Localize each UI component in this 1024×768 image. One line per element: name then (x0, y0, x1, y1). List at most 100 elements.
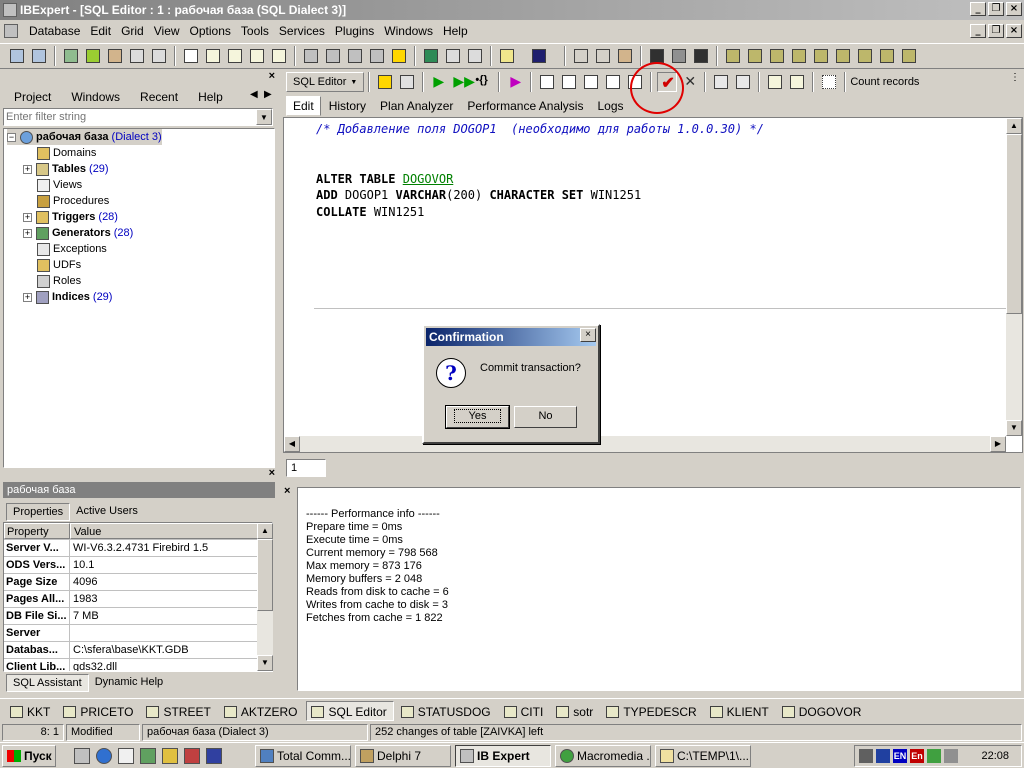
tab-history[interactable]: History (323, 97, 372, 115)
tabs-left-arrow-icon[interactable]: ◀ (250, 89, 258, 100)
tab-active-users[interactable]: Active Users (70, 503, 144, 521)
taskbar-total-commander[interactable]: Total Comm... (255, 745, 351, 767)
filter-input[interactable] (4, 109, 254, 125)
quick-launch-ie-icon[interactable] (96, 748, 112, 764)
value-column-header[interactable]: Value (70, 523, 272, 539)
disconnect-icon[interactable] (83, 46, 103, 66)
form-view-icon[interactable] (733, 72, 753, 92)
save-icon[interactable] (529, 46, 559, 66)
property-row[interactable]: Client Lib... gds32.dll (4, 659, 272, 671)
open-file-icon[interactable] (497, 46, 527, 66)
child-window-icon[interactable] (2, 22, 24, 40)
edit-record-icon[interactable] (787, 72, 807, 92)
window-tab-dogovor[interactable]: DOGOVOR (778, 701, 868, 721)
open-sql-icon[interactable] (581, 72, 601, 92)
expand-icon[interactable]: + (23, 212, 32, 222)
restore-button[interactable]: ❐ (988, 2, 1004, 16)
new-doc-icon[interactable] (181, 46, 201, 66)
obj-role-icon[interactable] (877, 46, 897, 66)
obj-udf-icon[interactable] (855, 46, 875, 66)
window-tab-priceto[interactable]: PRICETO (59, 701, 139, 721)
obj-table-icon[interactable] (723, 46, 743, 66)
menu-grid[interactable]: Grid (116, 21, 149, 41)
tabs-right-arrow-icon[interactable]: ▶ (264, 89, 272, 100)
tree-item-triggers[interactable]: + Triggers (28) (23, 209, 118, 225)
execute-script-icon[interactable]: ▶▶ (451, 72, 475, 92)
window-tab-kkt[interactable]: KKT (6, 701, 56, 721)
tree-root[interactable]: − рабочая база (Dialect 3) (7, 129, 162, 145)
window-tab-aktzero[interactable]: AKTZERO (220, 701, 304, 721)
dialog-close-icon[interactable]: × (580, 328, 596, 342)
child-restore-button[interactable]: ❐ (988, 24, 1004, 38)
grid-view-icon[interactable] (711, 72, 731, 92)
delete-sql-icon[interactable] (603, 72, 623, 92)
editor-hscroll[interactable]: ◀ ▶ (284, 436, 1006, 452)
tab-plan-analyzer[interactable]: Plan Analyzer (374, 97, 459, 115)
property-row[interactable]: Pages All... 1983 (4, 591, 272, 608)
filter-combo[interactable]: ▼ (3, 108, 273, 126)
minimize-button[interactable]: _ (970, 2, 986, 16)
close-button[interactable]: × (1006, 2, 1022, 16)
obj-trigger-icon[interactable] (789, 46, 809, 66)
copy-clip-icon[interactable] (593, 46, 613, 66)
property-row[interactable]: DB File Si... 7 MB (4, 608, 272, 625)
editor-scroll-right-icon[interactable]: ▶ (990, 436, 1006, 452)
sql-editor-dropdown[interactable]: SQL Editor ▼ (286, 72, 365, 92)
results-close-icon[interactable]: × (284, 485, 290, 497)
tree-item-exceptions[interactable]: Exceptions (37, 241, 107, 257)
scroll-thumb[interactable] (257, 539, 273, 611)
tab-windows[interactable]: Windows (61, 88, 130, 106)
scroll-up-icon[interactable]: ▲ (257, 523, 273, 539)
execute-debug-icon[interactable]: ▶ (505, 72, 525, 92)
collapse-icon[interactable]: − (7, 132, 16, 142)
tab-performance-analysis[interactable]: Performance Analysis (461, 97, 589, 115)
export-result-icon[interactable] (537, 72, 557, 92)
window-tab-typedescr[interactable]: TYPEDESCR (602, 701, 702, 721)
menu-options[interactable]: Options (185, 21, 236, 41)
obj-index-icon[interactable] (899, 46, 919, 66)
app-icon[interactable] (3, 3, 17, 17)
quick-launch-outlook-icon[interactable] (118, 748, 134, 764)
yes-button[interactable]: Yes (445, 405, 510, 429)
menu-services[interactable]: Services (274, 21, 330, 41)
tray-app-icon[interactable] (927, 749, 941, 763)
tab-properties[interactable]: Properties (6, 503, 71, 521)
tab-project[interactable]: Project (4, 88, 61, 106)
obj-gen-icon[interactable] (811, 46, 831, 66)
sql-editor[interactable]: /* Добавление поля DOGOP1 (необходимо дл… (283, 117, 1023, 453)
import-icon[interactable] (465, 46, 485, 66)
tab-help[interactable]: Help (188, 88, 233, 106)
db-props-icon[interactable] (127, 46, 147, 66)
editor-vscroll[interactable]: ▲ ▼ (1006, 118, 1022, 436)
new-sql-icon[interactable] (559, 72, 579, 92)
menu-edit[interactable]: Edit (85, 21, 116, 41)
editor-scroll-thumb[interactable] (1006, 134, 1022, 314)
menu-windows[interactable]: Windows (379, 21, 438, 41)
tree-item-roles[interactable]: Roles (37, 273, 81, 289)
taskbar-macromedia[interactable]: Macromedia ... (555, 745, 651, 767)
menu-plugins[interactable]: Plugins (330, 21, 379, 41)
network-icon[interactable] (876, 749, 890, 763)
obj-exc-icon[interactable] (833, 46, 853, 66)
quick-launch-app1-icon[interactable] (140, 748, 156, 764)
start-button[interactable]: Пуск (2, 745, 56, 767)
window-tab-street[interactable]: STREET (142, 701, 216, 721)
property-row[interactable]: Server V... WI-V6.3.2.4731 Firebird 1.5 (4, 540, 272, 557)
volume-icon[interactable] (859, 749, 873, 763)
property-column-header[interactable]: Property (4, 523, 70, 539)
quick-launch-app4-icon[interactable] (206, 748, 222, 764)
unregister-db-icon[interactable] (29, 46, 49, 66)
window-tab-sotr[interactable]: sotr (552, 701, 599, 721)
child-minimize-button[interactable]: _ (970, 24, 986, 38)
register-db-icon[interactable] (7, 46, 27, 66)
expand-icon[interactable]: + (23, 164, 32, 174)
db-explorer-close-icon[interactable]: × (269, 70, 275, 82)
query-builder2-icon[interactable] (397, 72, 417, 92)
child-close-button[interactable]: × (1006, 24, 1022, 38)
menu-view[interactable]: View (149, 21, 185, 41)
paste-icon[interactable] (615, 46, 635, 66)
taskbar-explorer[interactable]: C:\TEMP\1\... (655, 745, 751, 767)
window-tab-sql-editor[interactable]: SQL Editor (306, 700, 394, 721)
execute-icon[interactable]: ▶ (429, 72, 449, 92)
sql-code[interactable]: /* Добавление поля DOGOP1 (необходимо дл… (316, 121, 764, 220)
